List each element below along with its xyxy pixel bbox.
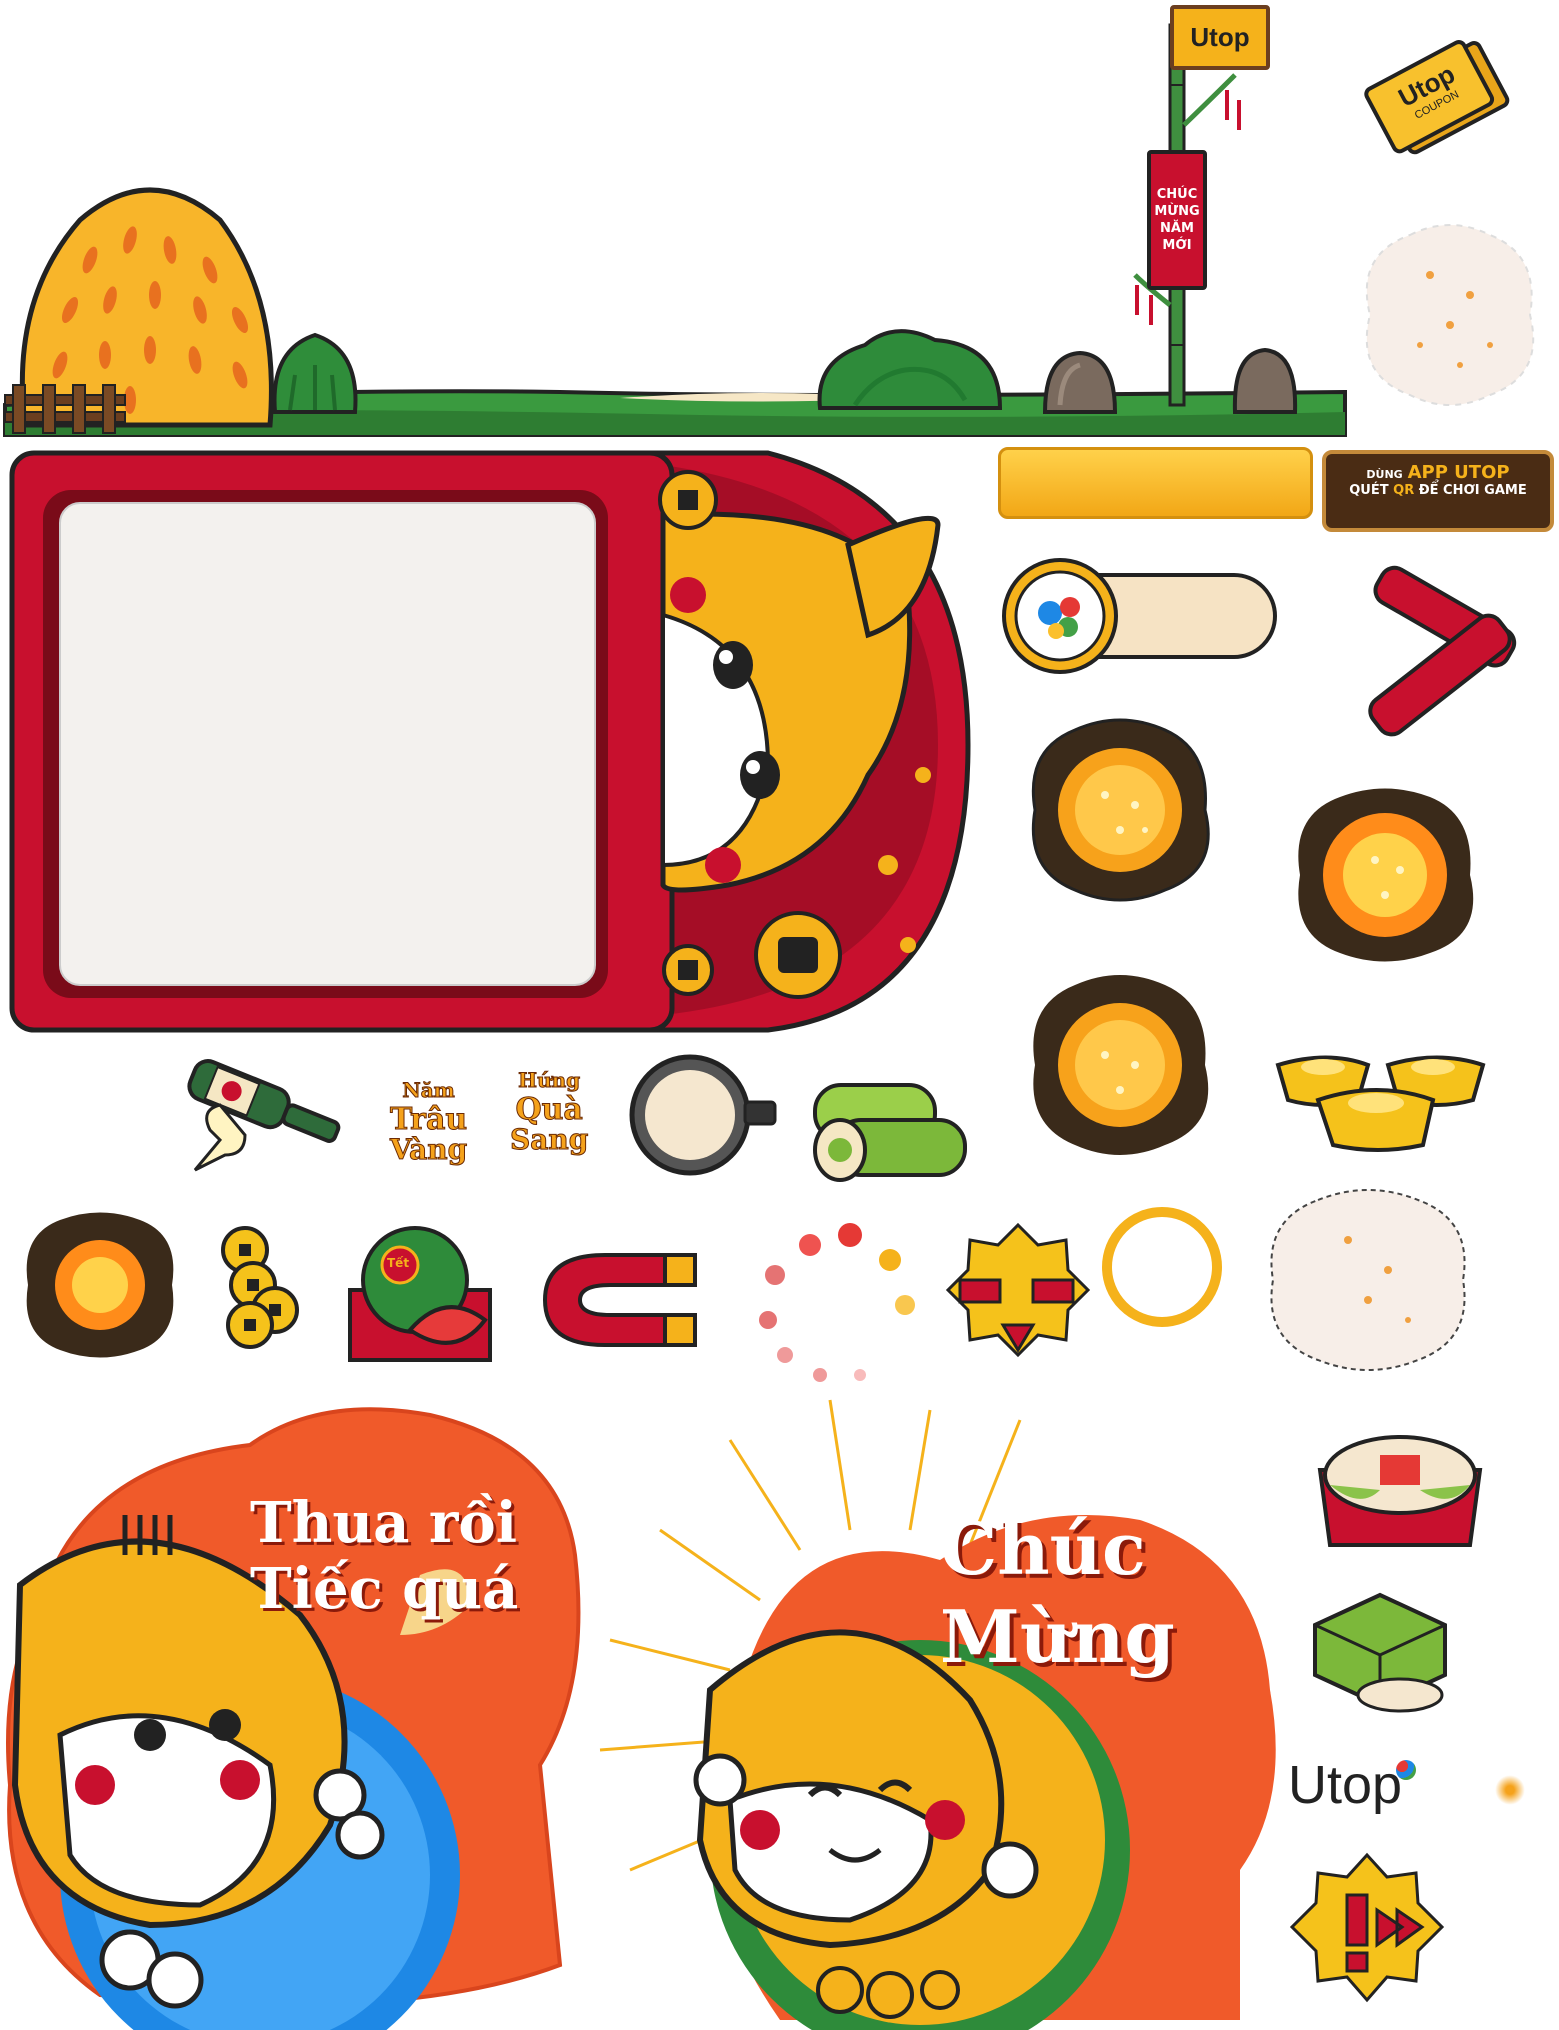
title-word: Năm [402,1078,455,1103]
qr-sign-suffix: ĐỂ CHƠI GAME [1418,483,1527,498]
explosion-icon [1025,970,1215,1160]
gold-ingot-icon [1268,1025,1493,1155]
explosion-icon [1290,785,1480,965]
progress-bar-icon [998,447,1313,519]
speed-badge-icon [1289,1852,1445,2005]
explosion-icon [1025,715,1215,905]
win-title: Chúc Mừng [940,1505,1175,1681]
tray-icon [1310,1430,1490,1550]
title-word: Quà [515,1092,583,1127]
firework-icon [1258,1180,1478,1380]
title-word: Sang [509,1123,589,1156]
ring-icon [1100,1205,1225,1330]
magnet-icon [525,1225,715,1375]
banh-tet-icon [795,1065,975,1190]
bush-icon [815,320,1005,410]
firecracker-icon [1340,555,1540,737]
banner-line: CHÚC [1156,187,1198,202]
title-badge: Năm Trâu Vàng Hứng Quà Sang [385,1065,620,1190]
game-frame [8,445,971,1037]
signpost-logo-text: Utop [1190,22,1250,52]
title-word: Trâu [390,1102,468,1137]
banh-chung-icon [1305,1585,1455,1715]
pan-icon [625,1050,785,1180]
lose-line: Tiếc quá [250,1556,519,1622]
win-panel: Chúc Mừng [599,1399,1290,2030]
gold-coins-icon [215,1220,310,1350]
banner-line: NĂM [1160,221,1194,236]
firework-icon [1495,1775,1525,1805]
bush-icon [270,320,360,415]
qr-sign-highlight: QR [1393,483,1415,498]
toggle-icon[interactable] [1000,555,1280,675]
coupon-icon: Utop COUPON [1364,35,1515,165]
champagne-icon [175,1059,355,1180]
qr-sign-prefix: DÙNG [1366,468,1403,481]
lose-panel: Thua rồi Tiếc quá [0,1405,590,2030]
alert-badge-icon [945,1222,1091,1375]
signpost-logo: Utop [1170,5,1270,70]
banner-line: MỪNG [1154,204,1200,219]
watermelon-icon: Tết [345,1220,495,1365]
qr-sign-highlight: APP UTOP [1407,462,1510,483]
banner-line: MỚI [1162,238,1192,253]
title-word: Hứng [518,1068,581,1093]
win-line: Mừng [940,1594,1175,1679]
watermelon-label: Tết [387,1256,410,1270]
logo-dots-icon [1396,1760,1417,1780]
utop-logo: Utop [1288,1750,1448,1820]
qr-sign: DÙNG APP UTOP QUÉT QR ĐỂ CHƠI GAME [1322,450,1554,532]
explosion-icon [20,1210,180,1360]
lose-line: Thua rồi [250,1490,518,1556]
title-word: Vàng [389,1133,468,1166]
fence-icon [4,380,126,435]
utop-logo-text: Utop [1288,1755,1403,1815]
lose-title: Thua rồi Tiếc quá [250,1490,518,1622]
qr-sign-prefix: QUÉT [1349,483,1389,498]
firework-icon [1350,215,1550,415]
win-line: Chúc [940,1506,1146,1591]
signpost-banner: CHÚC MỪNG NĂM MỚI [1147,150,1207,290]
loading-spinner-icon [730,1215,930,1395]
